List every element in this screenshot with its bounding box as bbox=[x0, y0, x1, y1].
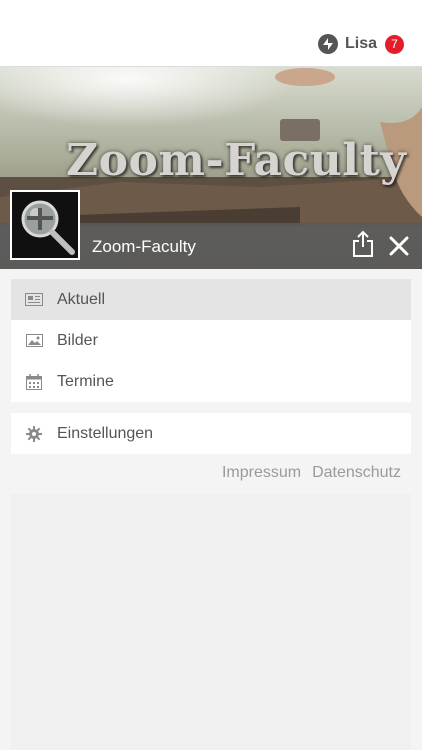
footer-links: Impressum Datenschutz bbox=[222, 464, 401, 482]
menu-item-label: Aktuell bbox=[57, 290, 106, 308]
page-name: Zoom-Faculty bbox=[92, 237, 196, 256]
settings-menu: Einstellungen bbox=[11, 413, 411, 454]
gear-icon bbox=[25, 425, 43, 442]
page-avatar[interactable] bbox=[10, 190, 80, 260]
menu-item-label: Einstellungen bbox=[57, 424, 154, 442]
menu-item-label: Bilder bbox=[57, 331, 98, 349]
navigation-menu: Aktuell Bilder Termine bbox=[11, 279, 411, 402]
image-icon bbox=[25, 333, 43, 349]
menu-item-label: Termine bbox=[57, 372, 114, 390]
user-name: Lisa bbox=[344, 35, 377, 52]
newspaper-icon bbox=[25, 292, 43, 308]
menu-item-termine[interactable]: Termine bbox=[11, 361, 411, 402]
menu-item-bilder[interactable]: Bilder bbox=[11, 320, 411, 361]
notification-badge[interactable]: 7 bbox=[385, 34, 404, 54]
empty-content-area bbox=[11, 494, 411, 750]
datenschutz-link[interactable]: Datenschutz bbox=[312, 464, 401, 482]
app-logo-icon bbox=[317, 34, 338, 54]
close-icon[interactable] bbox=[388, 235, 410, 257]
cover-banner: Zoom-Faculty Zoom-Faculty bbox=[0, 67, 422, 269]
top-bar: Lisa 7 bbox=[0, 0, 422, 67]
calendar-icon bbox=[25, 373, 43, 390]
impressum-link[interactable]: Impressum bbox=[222, 464, 301, 482]
user-menu[interactable]: Lisa 7 bbox=[317, 32, 404, 56]
menu-item-aktuell[interactable]: Aktuell bbox=[11, 279, 411, 320]
menu-item-einstellungen[interactable]: Einstellungen bbox=[11, 413, 411, 454]
magnifier-icon bbox=[12, 192, 78, 258]
banner-title-art: Zoom-Faculty bbox=[66, 135, 407, 186]
share-icon[interactable] bbox=[350, 230, 376, 258]
